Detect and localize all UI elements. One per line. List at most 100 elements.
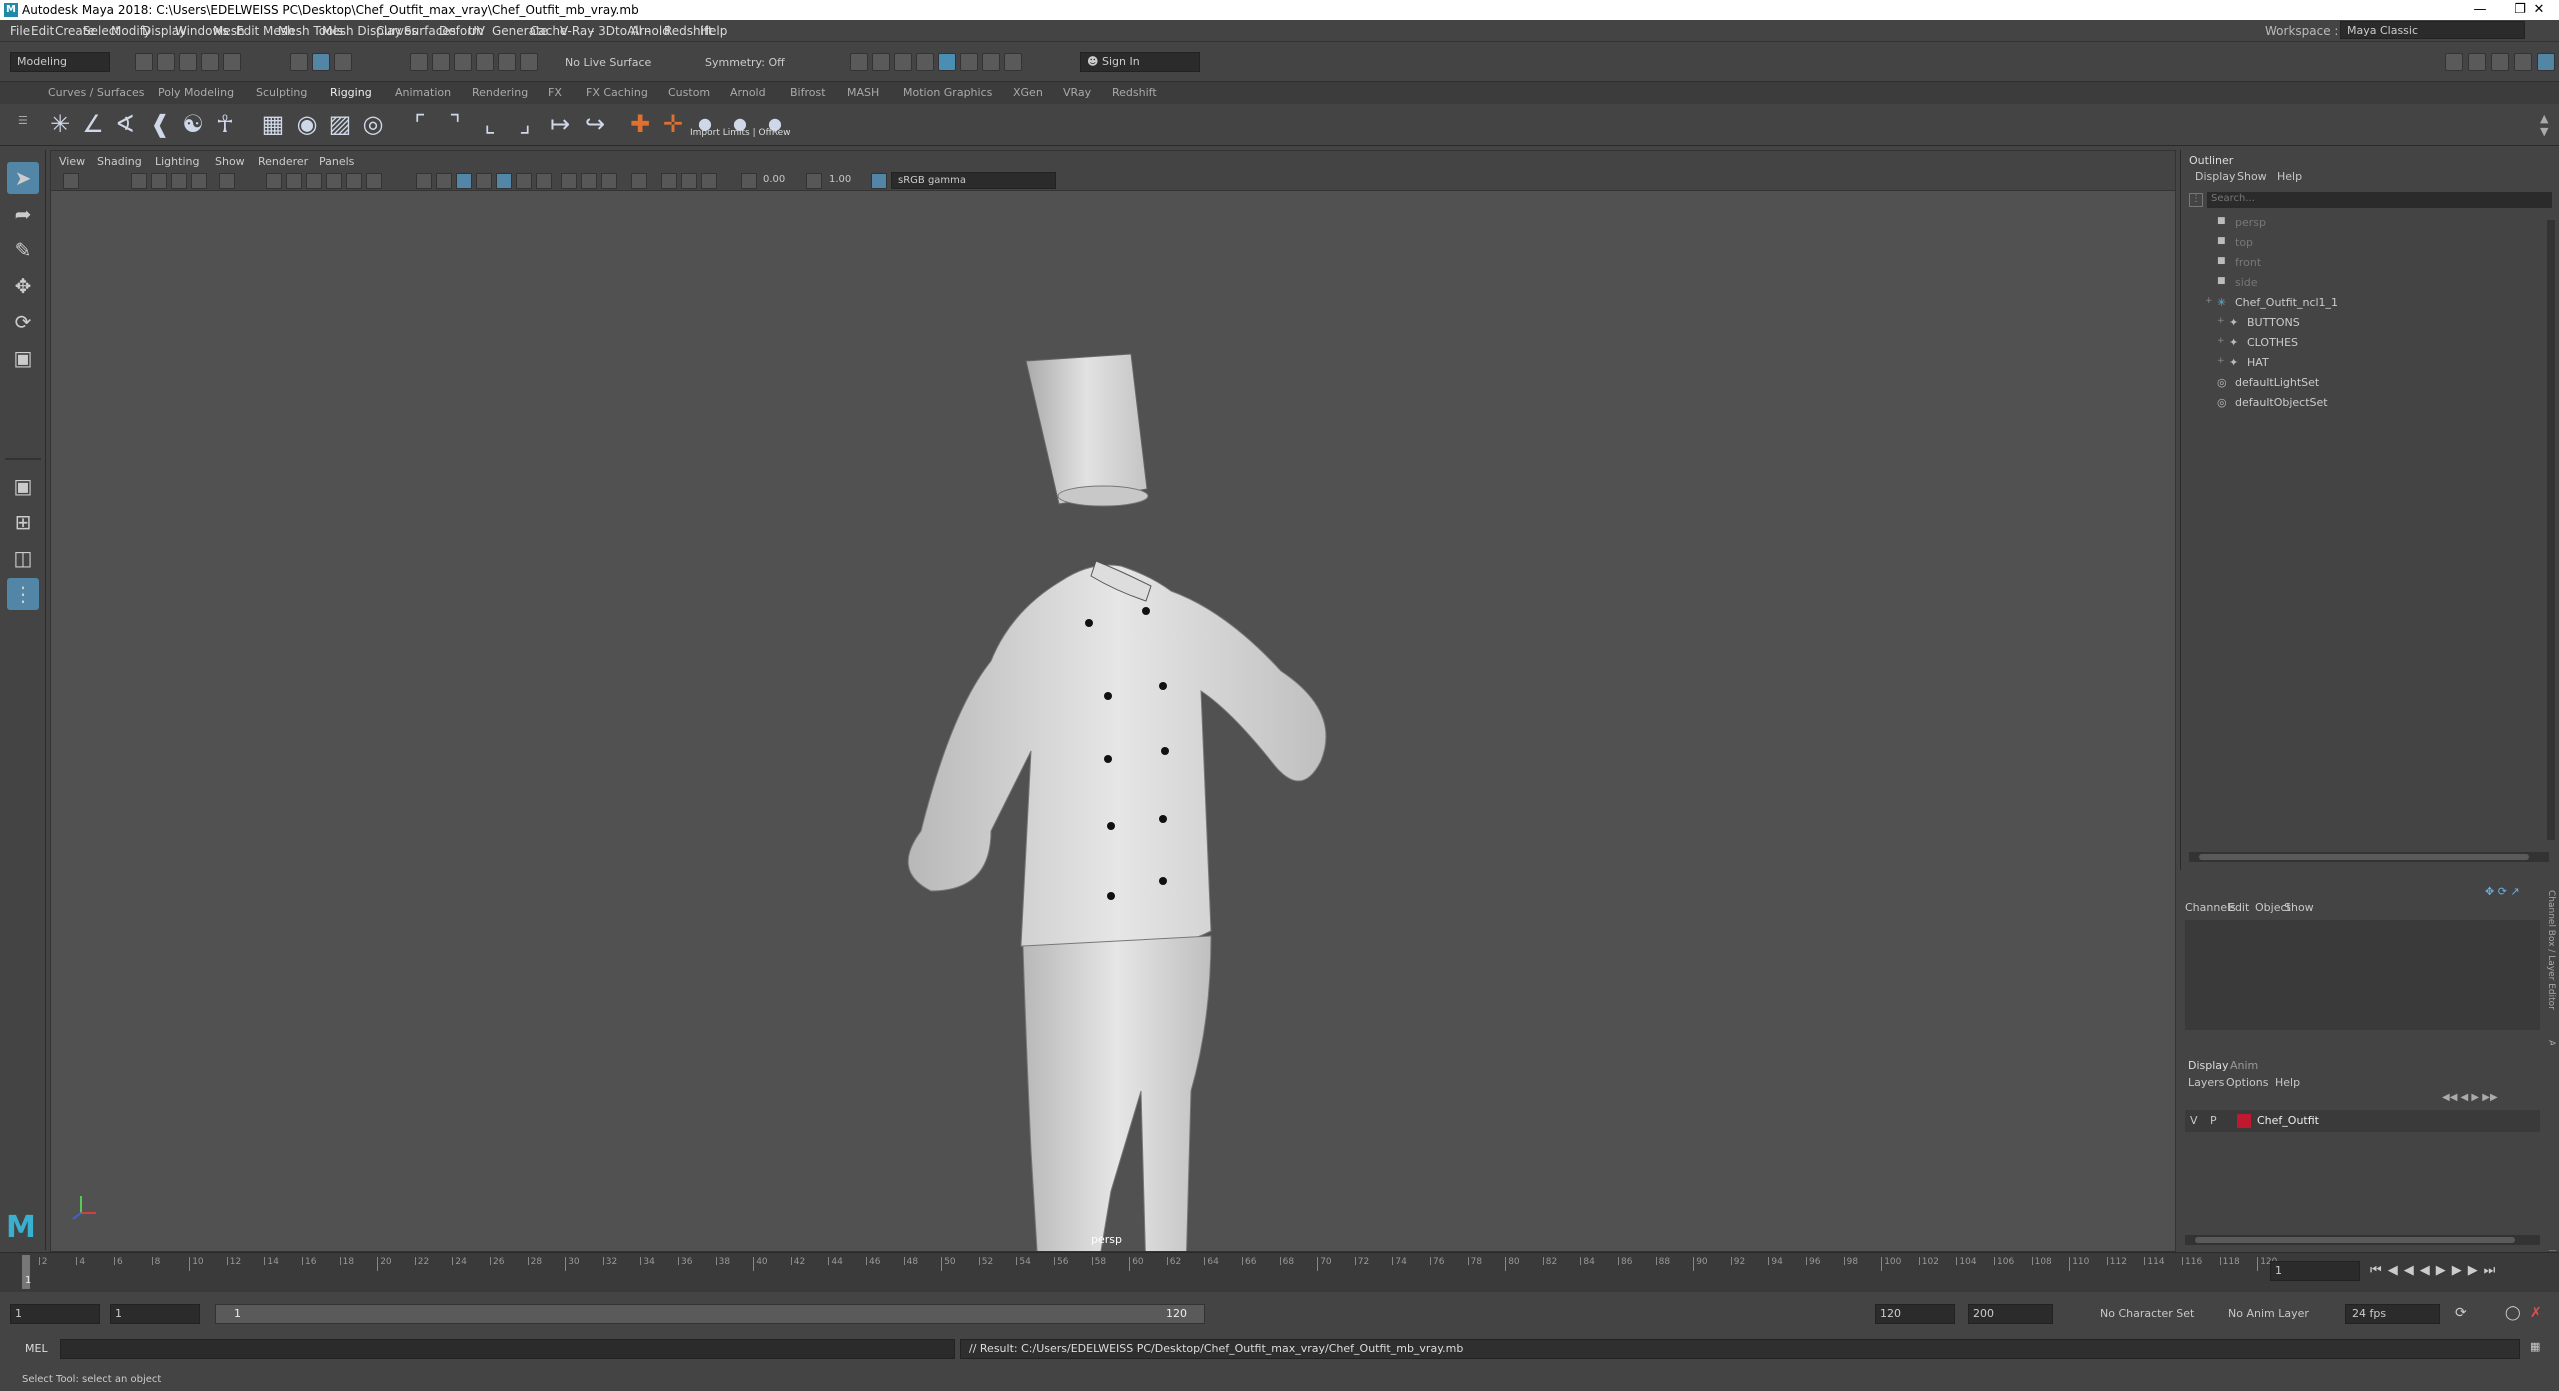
sign-in-button[interactable]: ☻ Sign In bbox=[1080, 52, 1200, 72]
expand-icon[interactable]: + bbox=[2217, 316, 2225, 326]
paint-select-tool-icon[interactable]: ✎ bbox=[7, 234, 39, 266]
smooth-shade-icon[interactable] bbox=[436, 173, 452, 189]
color-space-dropdown[interactable]: sRGB gamma bbox=[891, 172, 1056, 189]
snap-curve-icon[interactable] bbox=[432, 53, 450, 71]
outliner-menu-help[interactable]: Help bbox=[2277, 170, 2302, 183]
outliner-toggle-icon[interactable] bbox=[2514, 53, 2532, 71]
range-slider[interactable]: 1 120 bbox=[215, 1304, 1205, 1324]
time-slider[interactable]: 2 4 6 8 10 12 14 16 18 20 22 24 26 28 30 32 34 36 38 40 42 44… bbox=[0, 1252, 2559, 1292]
ambient-occlusion-icon[interactable] bbox=[536, 173, 552, 189]
two-d-pan-icon[interactable] bbox=[191, 173, 207, 189]
layer-menu-options[interactable]: Options bbox=[2226, 1076, 2268, 1089]
history-icon[interactable] bbox=[520, 53, 538, 71]
shelf-scroll-icon[interactable]: ▲ ▼ bbox=[2540, 112, 2548, 138]
smooth-bind-icon[interactable]: ⌝ bbox=[440, 108, 470, 140]
live-surface-label[interactable]: No Live Surface bbox=[565, 56, 651, 69]
bookmarks-icon[interactable] bbox=[151, 173, 167, 189]
chef-pants-mesh[interactable] bbox=[1022, 935, 1212, 1251]
gamma-icon[interactable] bbox=[806, 173, 822, 189]
viewport-menu-panels[interactable]: Panels bbox=[319, 155, 354, 168]
shelf-tab-poly-modeling[interactable]: Poly Modeling bbox=[158, 86, 234, 99]
lattice-icon[interactable]: ▦ bbox=[258, 108, 288, 140]
shelf-tab-animation[interactable]: Animation bbox=[395, 86, 451, 99]
viewport-menu-view[interactable]: View bbox=[59, 155, 85, 168]
outliner-search-input[interactable]: Search... bbox=[2207, 192, 2552, 208]
vray-render-icon[interactable] bbox=[960, 53, 978, 71]
cluster-icon[interactable]: ◉ bbox=[292, 108, 322, 140]
shelf-tab-bifrost[interactable]: Bifrost bbox=[790, 86, 826, 99]
outliner-hscrollbar[interactable] bbox=[2189, 852, 2549, 862]
shelf-tab-sculpting[interactable]: Sculpting bbox=[256, 86, 307, 99]
undo-icon[interactable] bbox=[201, 53, 219, 71]
camera-attributes-icon[interactable] bbox=[131, 173, 147, 189]
chef-jacket-mesh[interactable] bbox=[907, 560, 1327, 954]
redo-icon[interactable] bbox=[223, 53, 241, 71]
tool-settings-icon[interactable] bbox=[2491, 53, 2509, 71]
menu-file[interactable]: File bbox=[10, 24, 30, 38]
camera-select-icon[interactable] bbox=[63, 173, 79, 189]
anim-prefs-icon[interactable]: ✗ bbox=[2530, 1305, 2542, 1321]
snap-surface-icon[interactable] bbox=[498, 53, 516, 71]
snap-grid-icon[interactable] bbox=[410, 53, 428, 71]
character-set-dropdown[interactable]: No Character Set bbox=[2100, 1307, 2194, 1320]
layer-visibility-toggle[interactable]: V bbox=[2190, 1114, 2198, 1127]
xray-joints-icon[interactable] bbox=[681, 173, 697, 189]
channel-box-menu-show[interactable]: Show bbox=[2284, 901, 2314, 914]
start-time-field[interactable]: 1 bbox=[10, 1304, 100, 1324]
viewport-menu-lighting[interactable]: Lighting bbox=[155, 155, 199, 168]
layer-playback-toggle[interactable]: P bbox=[2210, 1114, 2217, 1127]
menu-edit[interactable]: Edit bbox=[31, 24, 54, 38]
single-perspective-layout-icon[interactable]: ▣ bbox=[7, 470, 39, 502]
film-gate-icon[interactable] bbox=[286, 173, 302, 189]
expand-icon[interactable]: + bbox=[2217, 356, 2225, 366]
expand-icon[interactable]: + bbox=[2217, 336, 2225, 346]
loop-icon[interactable]: ⟳ bbox=[2455, 1305, 2467, 1321]
shadows-icon[interactable] bbox=[516, 173, 532, 189]
viewport-panel[interactable]: View Shading Lighting Show Renderer Panels 0.… bbox=[50, 150, 2176, 1252]
render-frame-icon[interactable] bbox=[872, 53, 890, 71]
viewport-menu-shading[interactable]: Shading bbox=[97, 155, 142, 168]
command-input[interactable] bbox=[60, 1339, 955, 1359]
layer-menu-help[interactable]: Help bbox=[2275, 1076, 2300, 1089]
render-view-icon[interactable] bbox=[850, 53, 868, 71]
channel-box-menu-edit[interactable]: Edit bbox=[2228, 901, 2249, 914]
mirror-weights-icon[interactable]: ⌟ bbox=[510, 108, 540, 140]
multisample-icon[interactable] bbox=[581, 173, 597, 189]
rotate-tool-icon[interactable]: ⟳ bbox=[7, 306, 39, 338]
new-scene-icon[interactable] bbox=[135, 53, 153, 71]
constraint-icon[interactable]: ✛ bbox=[658, 108, 688, 140]
close-icon[interactable]: ✕ bbox=[2519, 0, 2559, 20]
layer-color-swatch[interactable] bbox=[2237, 1114, 2251, 1128]
select-component-icon[interactable] bbox=[334, 53, 352, 71]
shelf-tab-rendering[interactable]: Rendering bbox=[472, 86, 528, 99]
attribute-editor-icon[interactable] bbox=[2468, 53, 2486, 71]
grease-pencil-icon[interactable] bbox=[219, 173, 235, 189]
shelf-tab-vray[interactable]: VRay bbox=[1063, 86, 1091, 99]
outliner-menu-display[interactable]: Display bbox=[2195, 170, 2236, 183]
paint-weights-icon[interactable]: ⌞ bbox=[475, 108, 505, 140]
playback-start-field[interactable]: 1 bbox=[110, 1304, 200, 1324]
shelf-tab-fx[interactable]: FX bbox=[548, 86, 562, 99]
select-object-icon[interactable] bbox=[312, 53, 330, 71]
shelf-tab-arnold[interactable]: Arnold bbox=[730, 86, 766, 99]
depth-of-field-icon[interactable] bbox=[601, 173, 617, 189]
select-tool-icon[interactable]: ➤ bbox=[7, 162, 39, 194]
current-frame-field[interactable]: 1 bbox=[2270, 1261, 2360, 1281]
shelf-tab-custom[interactable]: Custom bbox=[668, 86, 710, 99]
persp-outliner-layout-icon[interactable]: ◫ bbox=[7, 542, 39, 574]
gamma-value[interactable]: 1.00 bbox=[829, 174, 851, 185]
layer-row[interactable]: V P Chef_Outfit bbox=[2185, 1110, 2540, 1132]
bind-skin-icon[interactable]: ⌜ bbox=[405, 108, 435, 140]
isolate-select-icon[interactable] bbox=[631, 173, 647, 189]
humanik-icon[interactable]: ☯ bbox=[178, 108, 208, 140]
shelf-tab-rigging[interactable]: Rigging bbox=[330, 86, 372, 99]
channel-box-toggle-icon[interactable] bbox=[2537, 53, 2555, 71]
copy-weights-icon[interactable]: ↦ bbox=[545, 108, 575, 140]
fps-dropdown[interactable]: 24 fps bbox=[2345, 1304, 2440, 1324]
scale-tool-icon[interactable]: ▣ bbox=[7, 342, 39, 374]
layer-hscrollbar[interactable] bbox=[2185, 1235, 2540, 1245]
textured-icon[interactable] bbox=[476, 173, 492, 189]
use-all-lights-icon[interactable] bbox=[496, 173, 512, 189]
color-management-icon[interactable] bbox=[871, 173, 887, 189]
wrap-icon[interactable]: ▨ bbox=[325, 108, 355, 140]
